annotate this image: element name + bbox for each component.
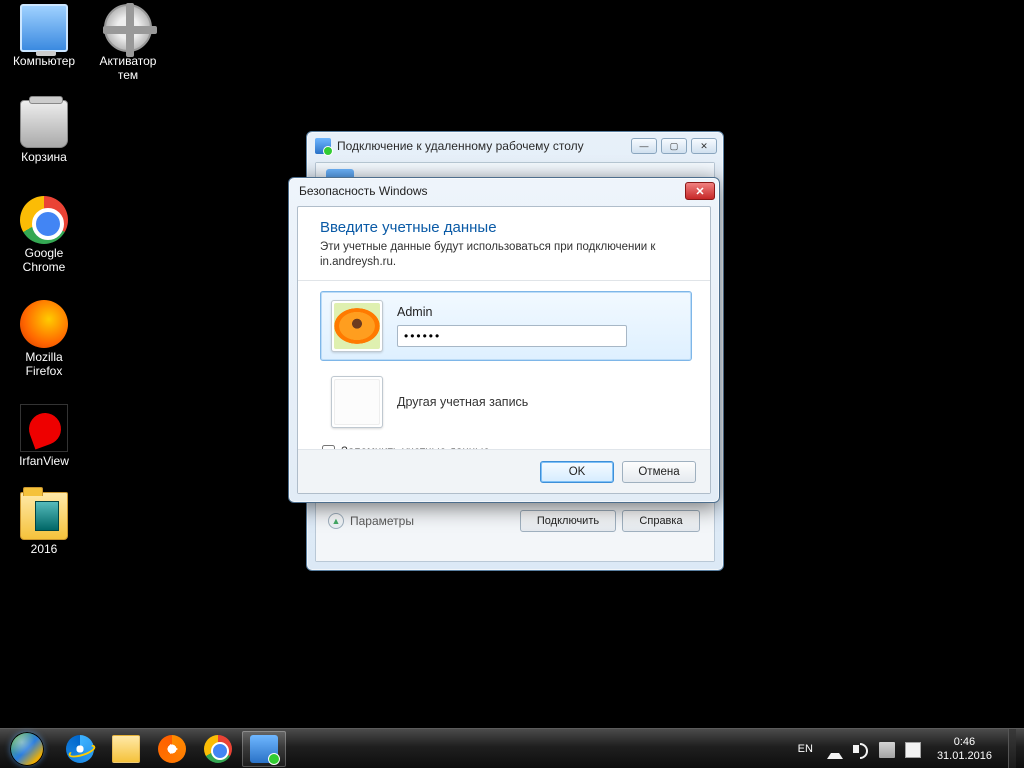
options-label: Параметры	[350, 514, 414, 528]
ok-button[interactable]: OK	[540, 461, 614, 483]
account-tile-admin[interactable]: Admin	[320, 291, 692, 361]
avatar	[331, 376, 383, 428]
security-titlebar[interactable]: Безопасность Windows ✕	[289, 178, 719, 204]
system-tray: EN 0:46 31.01.2016	[786, 729, 1024, 768]
desktop-icon-label: Корзина	[6, 150, 82, 164]
clock-time: 0:46	[937, 735, 992, 749]
irfanview-icon	[20, 404, 68, 452]
avatar	[331, 300, 383, 352]
clock[interactable]: 0:46 31.01.2016	[931, 735, 998, 763]
chrome-icon	[20, 196, 68, 244]
desktop-icon-activator[interactable]: Активатор тем	[90, 4, 166, 82]
show-desktop-button[interactable]	[1008, 729, 1016, 768]
chevron-up-icon: ▲	[328, 513, 344, 529]
rdp-titlebar[interactable]: Подключение к удаленному рабочему столу …	[307, 132, 723, 160]
password-field[interactable]	[397, 325, 627, 347]
language-indicator[interactable]: EN	[794, 741, 817, 757]
computer-icon	[20, 4, 68, 52]
window-title: Подключение к удаленному рабочему столу	[337, 139, 584, 153]
desktop-icon-label: 2016	[6, 542, 82, 556]
other-account-label: Другая учетная запись	[397, 395, 681, 409]
rdp-icon	[250, 735, 278, 763]
taskbar-item-wmp[interactable]	[150, 731, 194, 767]
cancel-button[interactable]: Отмена	[622, 461, 696, 483]
gear-icon	[104, 4, 152, 52]
taskbar: EN 0:46 31.01.2016	[0, 728, 1024, 768]
help-button[interactable]: Справка	[622, 510, 700, 532]
firefox-icon	[20, 300, 68, 348]
desktop-icon-label: Активатор тем	[90, 54, 166, 82]
clock-date: 31.01.2016	[937, 749, 992, 763]
taskbar-item-chrome[interactable]	[196, 731, 240, 767]
connect-button[interactable]: Подключить	[520, 510, 616, 532]
maximize-button[interactable]: ▢	[661, 138, 687, 154]
desktop-icon-label: Mozilla Firefox	[6, 350, 82, 378]
volume-icon[interactable]	[853, 741, 869, 757]
trash-icon	[20, 100, 68, 148]
account-name: Admin	[397, 305, 681, 319]
taskbar-pins	[54, 731, 286, 767]
desktop-icon-label: IrfanView	[6, 454, 82, 468]
minimize-button[interactable]: —	[631, 138, 657, 154]
taskbar-item-ie[interactable]	[58, 731, 102, 767]
explorer-icon	[112, 735, 140, 763]
flower-icon	[334, 303, 380, 349]
credentials-heading: Введите учетные данные	[320, 219, 692, 236]
dialog-title: Безопасность Windows	[299, 184, 428, 198]
windows-orb-icon	[10, 732, 44, 766]
desktop-icon-irfanview[interactable]: IrfanView	[6, 404, 82, 468]
network-icon[interactable]	[879, 742, 895, 758]
account-tile-other[interactable]: Другая учетная запись	[320, 367, 692, 437]
desktop-icon-chrome[interactable]: Google Chrome	[6, 196, 82, 274]
rdp-icon	[315, 138, 331, 154]
show-hidden-icons[interactable]	[827, 743, 843, 759]
taskbar-item-explorer[interactable]	[104, 731, 148, 767]
close-button[interactable]: ✕	[685, 182, 715, 200]
desktop-icon-folder-2016[interactable]: 2016	[6, 492, 82, 556]
divider	[298, 280, 710, 281]
blank-avatar-icon	[334, 379, 380, 425]
close-button[interactable]: ✕	[691, 138, 717, 154]
desktop-icon-label: Google Chrome	[6, 246, 82, 274]
action-center-icon[interactable]	[905, 742, 921, 758]
options-toggle[interactable]: ▲ Параметры	[328, 513, 414, 529]
media-player-icon	[158, 735, 186, 763]
folder-icon	[20, 492, 68, 540]
desktop-icon-firefox[interactable]: Mozilla Firefox	[6, 300, 82, 378]
desktop-icon-label: Компьютер	[6, 54, 82, 68]
desktop-icon-computer[interactable]: Компьютер	[6, 4, 82, 68]
start-button[interactable]	[0, 729, 54, 768]
security-dialog: Безопасность Windows ✕ Введите учетные д…	[288, 177, 720, 503]
desktop-icon-recycle-bin[interactable]: Корзина	[6, 100, 82, 164]
security-body: Введите учетные данные Эти учетные данны…	[297, 206, 711, 494]
taskbar-item-rdp[interactable]	[242, 731, 286, 767]
dialog-footer: OK Отмена	[298, 449, 710, 493]
credentials-subtext: Эти учетные данные будут использоваться …	[320, 240, 692, 270]
chrome-icon	[204, 735, 232, 763]
ie-icon	[66, 735, 94, 763]
